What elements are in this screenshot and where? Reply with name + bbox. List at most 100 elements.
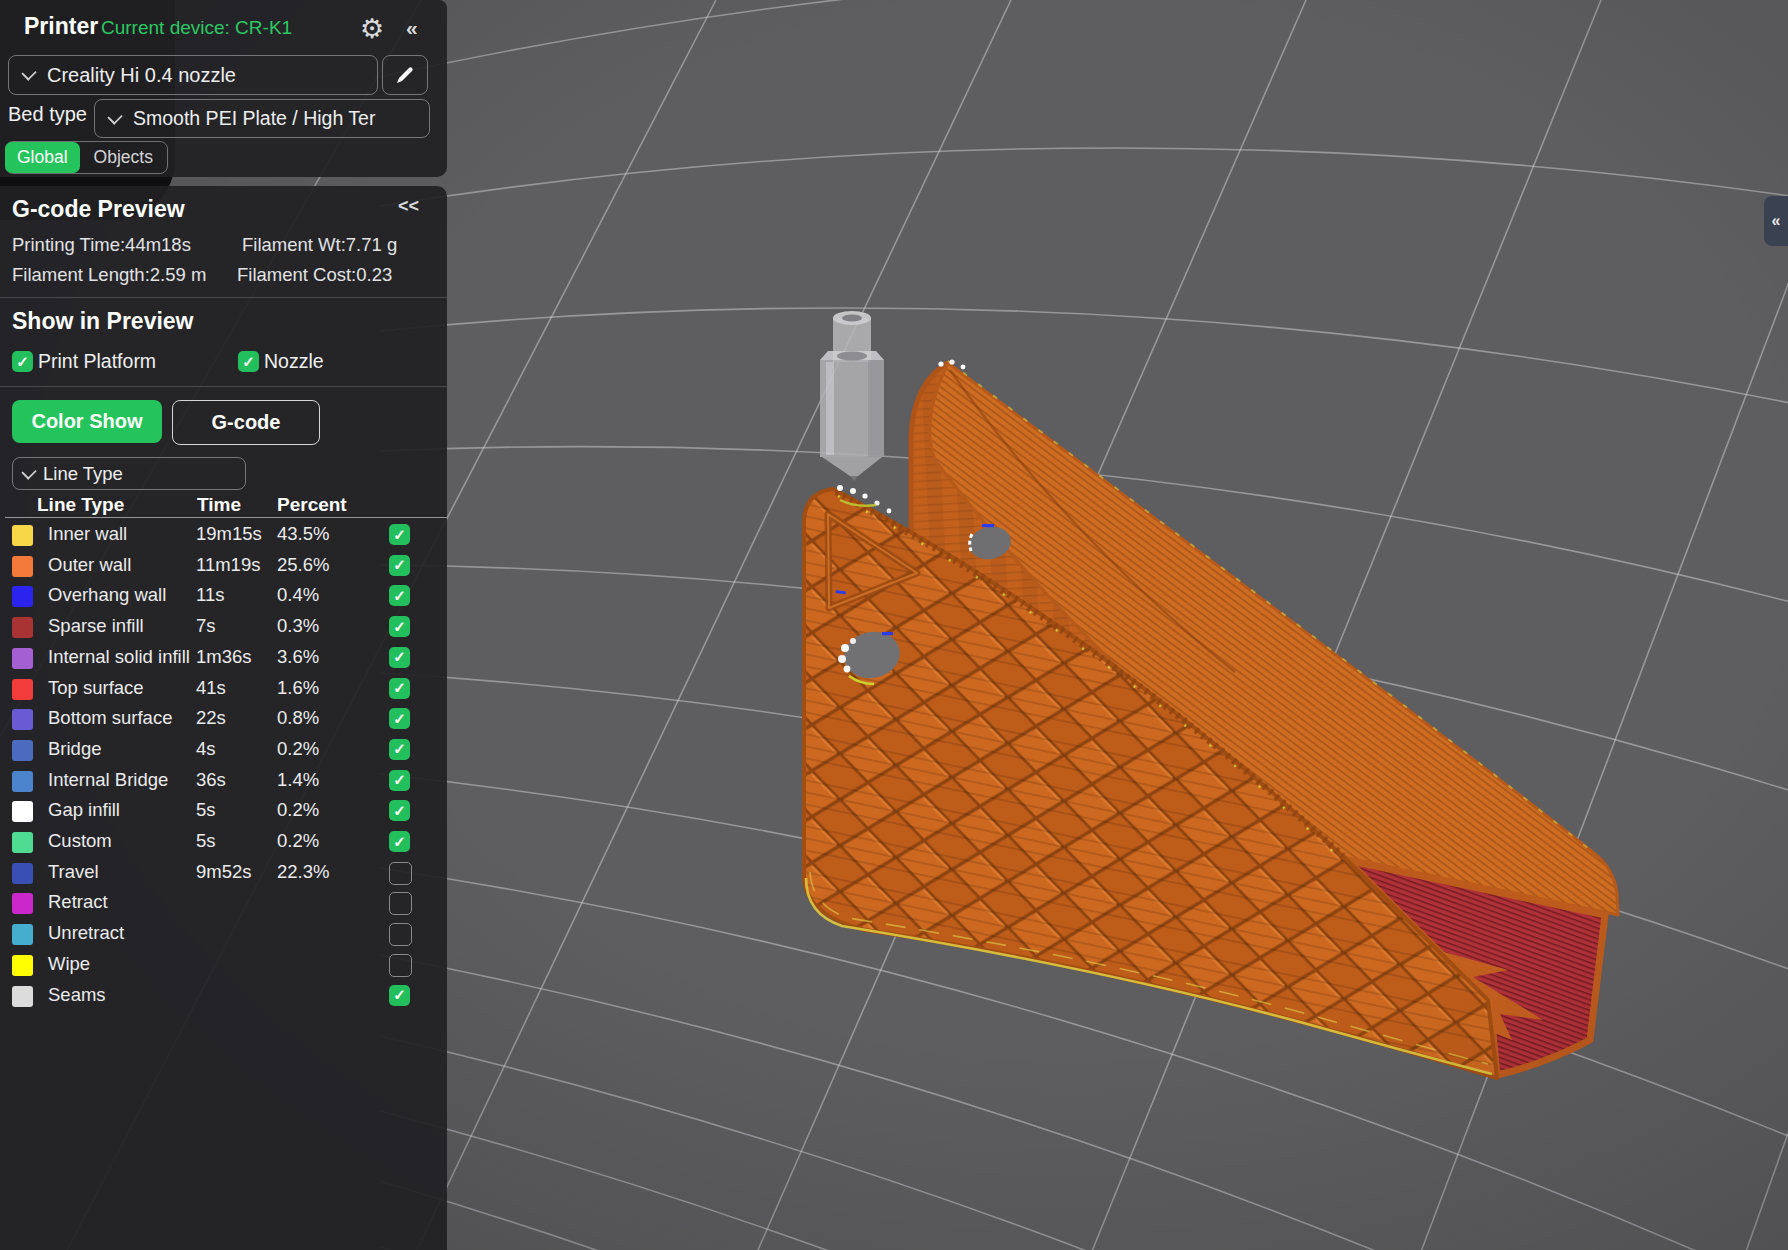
checkbox-checked-icon[interactable]: ✓	[389, 555, 410, 576]
line-type-label: Sparse infill	[48, 615, 144, 637]
filament-wt-stat: Filament Wt:7.71 g	[242, 234, 397, 256]
nozzle-indicator	[820, 311, 884, 481]
line-type-time: 22s	[196, 707, 226, 729]
line-color-swatch	[12, 801, 33, 822]
nozzle-checkbox-row[interactable]: ✓ Nozzle	[238, 350, 324, 373]
tab-objects[interactable]: Objects	[80, 147, 167, 168]
line-color-swatch	[12, 832, 33, 853]
line-type-label: Wipe	[48, 953, 90, 975]
printed-object-preview[interactable]	[804, 359, 1618, 1078]
line-type-row: Outer wall 11m19s 25.6% ✓	[0, 551, 447, 582]
printing-time-stat: Printing Time:44m18s	[12, 234, 191, 256]
bed-type-label: Bed type	[8, 103, 87, 126]
line-type-label: Bottom surface	[48, 707, 172, 729]
line-type-percent: 43.5%	[277, 523, 329, 545]
bed-type-select[interactable]: Smooth PEI Plate / High Ter	[94, 99, 430, 138]
line-type-percent: 0.4%	[277, 584, 319, 606]
color-show-button[interactable]: Color Show	[12, 400, 162, 443]
checkbox-unchecked-icon[interactable]	[389, 954, 412, 977]
line-type-time: 1m36s	[196, 646, 252, 668]
line-type-label: Bridge	[48, 738, 101, 760]
line-color-swatch	[12, 955, 33, 976]
line-color-swatch	[12, 863, 33, 884]
printer-title: Printer	[24, 13, 98, 40]
line-type-time: 19m15s	[196, 523, 262, 545]
line-type-label: Inner wall	[48, 523, 127, 545]
line-type-time: 5s	[196, 830, 216, 852]
line-type-row: Wipe	[0, 950, 447, 981]
line-type-label: Internal solid infill	[48, 646, 190, 668]
line-type-row: Travel 9m52s 22.3%	[0, 858, 447, 889]
creality-print-app: Printer Current device: CR-K1 ⚙ « Creali…	[0, 0, 1788, 1250]
line-type-time: 41s	[196, 677, 226, 699]
line-color-swatch	[12, 525, 33, 546]
checkbox-checked-icon[interactable]: ✓	[389, 708, 410, 729]
checkbox-unchecked-icon[interactable]	[389, 892, 412, 915]
line-type-percent: 0.2%	[277, 830, 319, 852]
checkbox-checked-icon[interactable]: ✓	[389, 739, 410, 760]
checkbox-checked-icon[interactable]: ✓	[389, 985, 410, 1006]
line-type-time: 4s	[196, 738, 216, 760]
line-color-swatch	[12, 617, 33, 638]
gcode-button[interactable]: G-code	[172, 400, 320, 445]
filament-cost-stat: Filament Cost:0.23	[237, 264, 392, 286]
print-platform-checkbox-row[interactable]: ✓ Print Platform	[12, 350, 156, 373]
checkbox-checked-icon[interactable]: ✓	[238, 351, 259, 372]
filament-length-stat: Filament Length:2.59 m	[12, 264, 206, 286]
line-type-row: Custom 5s 0.2% ✓	[0, 827, 447, 858]
col-header-time: Time	[197, 494, 241, 516]
gcode-preview-title: G-code Preview	[12, 196, 185, 223]
divider	[0, 297, 447, 298]
checkbox-checked-icon[interactable]: ✓	[389, 800, 410, 821]
line-type-percent: 25.6%	[277, 554, 329, 576]
nozzle-select[interactable]: Creality Hi 0.4 nozzle	[8, 55, 378, 95]
show-in-preview-title: Show in Preview	[12, 308, 194, 335]
line-type-label: Unretract	[48, 922, 124, 944]
checkbox-checked-icon[interactable]: ✓	[389, 678, 410, 699]
tab-global[interactable]: Global	[5, 142, 80, 173]
edit-printer-button[interactable]	[382, 55, 428, 95]
line-type-row: Retract	[0, 888, 447, 919]
line-type-label: Overhang wall	[48, 584, 166, 606]
line-type-row: Sparse infill 7s 0.3% ✓	[0, 612, 447, 643]
line-type-percent: 0.8%	[277, 707, 319, 729]
col-header-line-type: Line Type	[37, 494, 124, 516]
line-type-label: Gap infill	[48, 799, 120, 821]
gcode-collapse-icon[interactable]: <<	[398, 196, 419, 217]
pencil-icon	[394, 64, 416, 86]
line-type-row: Internal Bridge 36s 1.4% ✓	[0, 766, 447, 797]
line-type-time: 9m52s	[196, 861, 252, 883]
line-type-select[interactable]: Line Type	[12, 457, 246, 490]
line-type-label: Retract	[48, 891, 108, 913]
checkbox-checked-icon[interactable]: ✓	[12, 351, 33, 372]
line-type-row: Inner wall 19m15s 43.5% ✓	[0, 520, 447, 551]
line-type-row: Unretract	[0, 919, 447, 950]
line-color-swatch	[12, 924, 33, 945]
checkbox-checked-icon[interactable]: ✓	[389, 831, 410, 852]
checkbox-checked-icon[interactable]: ✓	[389, 524, 410, 545]
line-type-row: Overhang wall 11s 0.4% ✓	[0, 581, 447, 612]
checkbox-checked-icon[interactable]: ✓	[389, 616, 410, 637]
line-type-time: 11m19s	[196, 554, 260, 576]
col-header-percent: Percent	[277, 494, 347, 516]
chevron-down-icon	[21, 65, 36, 80]
panel-collapse-icon[interactable]: «	[406, 16, 418, 40]
gear-icon[interactable]: ⚙	[360, 13, 384, 45]
checkbox-unchecked-icon[interactable]	[389, 923, 412, 946]
line-color-swatch	[12, 709, 33, 730]
line-type-time: 36s	[196, 769, 226, 791]
checkbox-checked-icon[interactable]: ✓	[389, 647, 410, 668]
line-color-swatch	[12, 586, 33, 607]
line-type-label: Travel	[48, 861, 99, 883]
checkbox-checked-icon[interactable]: ✓	[389, 770, 410, 791]
line-type-percent: 0.2%	[277, 738, 319, 760]
line-type-label: Outer wall	[48, 554, 131, 576]
checkbox-unchecked-icon[interactable]	[389, 862, 412, 885]
line-type-row: Bridge 4s 0.2% ✓	[0, 735, 447, 766]
line-type-label: Seams	[48, 984, 106, 1006]
gcode-preview-panel: G-code Preview << Printing Time:44m18s F…	[0, 186, 447, 1250]
right-edge-collapsed-panel-tab[interactable]: «	[1764, 196, 1788, 246]
line-type-percent: 1.4%	[277, 769, 319, 791]
checkbox-checked-icon[interactable]: ✓	[389, 585, 410, 606]
divider	[0, 386, 447, 387]
